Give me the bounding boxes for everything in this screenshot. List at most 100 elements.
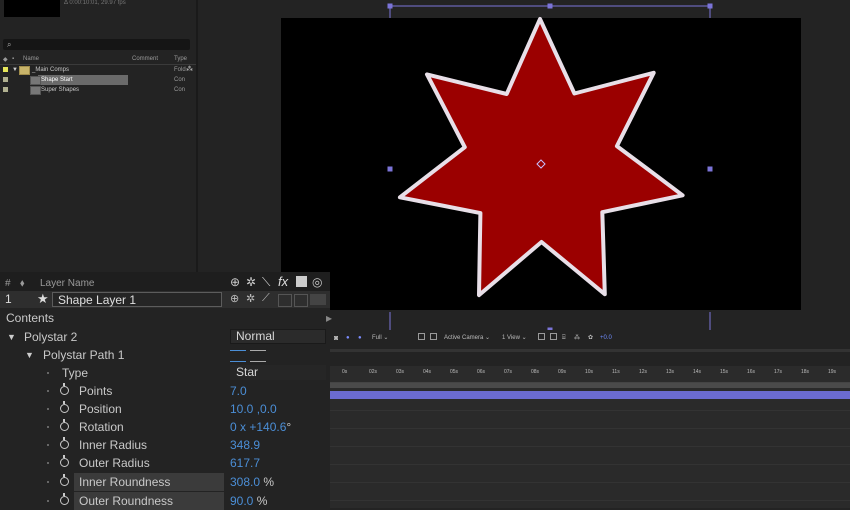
ruler-tick-label: 02s bbox=[369, 369, 378, 375]
layer-name-field[interactable]: Shape Layer 1 bbox=[52, 292, 222, 307]
disclosure-triangle-icon[interactable]: ▼ bbox=[12, 65, 18, 75]
path-direction-icon[interactable] bbox=[230, 350, 246, 362]
transform-handle[interactable] bbox=[387, 166, 393, 172]
property-inner-roundness[interactable]: Inner Roundness 308.0 % bbox=[0, 473, 330, 491]
property-value[interactable]: 348.9 bbox=[230, 436, 260, 454]
timeline-navigator[interactable] bbox=[330, 346, 850, 366]
quality-switch-icon[interactable]: ⟍ bbox=[262, 275, 270, 290]
add-icon[interactable]: ▸ bbox=[326, 309, 332, 327]
property-value[interactable]: 7.0 bbox=[230, 382, 247, 400]
flowchart-icon[interactable]: ⁂ bbox=[574, 334, 580, 343]
stopwatch-icon[interactable] bbox=[60, 437, 69, 449]
property-label: Points bbox=[79, 384, 113, 398]
property-bullet bbox=[47, 426, 49, 428]
property-bullet bbox=[47, 408, 49, 410]
stopwatch-icon[interactable] bbox=[60, 401, 69, 413]
region-of-interest-icon[interactable] bbox=[418, 333, 425, 340]
shy-switch-icon[interactable]: ⊕ bbox=[230, 292, 239, 305]
property-position[interactable]: Position 10.0 ,0.0 bbox=[0, 400, 330, 418]
ruler-tick-label: 15s bbox=[720, 369, 729, 375]
label-column-icon[interactable]: ⬧ bbox=[20, 278, 25, 289]
search-input[interactable]: ⌕ bbox=[3, 39, 190, 50]
show-channel-icon[interactable]: ● bbox=[358, 334, 362, 343]
work-area-bar[interactable] bbox=[330, 383, 850, 388]
disclosure-triangle-icon[interactable]: ▼ bbox=[7, 328, 16, 346]
resolution-dropdown[interactable]: Full ⌄ bbox=[372, 334, 388, 343]
camera-dropdown[interactable]: Active Camera ⌄ bbox=[444, 334, 490, 343]
reverse-path-icon[interactable] bbox=[250, 350, 266, 362]
flowchart-icon[interactable]: ⁂ bbox=[186, 65, 193, 75]
column-layer-name[interactable]: Layer Name bbox=[40, 278, 94, 289]
ruler-tick-label: 08s bbox=[531, 369, 540, 375]
column-comment[interactable]: Comment bbox=[132, 56, 158, 62]
transform-handle[interactable] bbox=[547, 3, 553, 9]
collapse-switch-icon[interactable]: ✲ bbox=[246, 275, 256, 289]
polystar-path-row[interactable]: ▼ Polystar Path 1 bbox=[0, 346, 330, 364]
property-value[interactable]: 617.7 bbox=[230, 454, 260, 472]
property-outer-roundness[interactable]: Outer Roundness 90.0 % bbox=[0, 492, 330, 510]
column-number[interactable]: # bbox=[5, 278, 11, 289]
track-divider bbox=[330, 446, 850, 447]
ruler-tick-label: 04s bbox=[423, 369, 432, 375]
property-label: Outer Roundness bbox=[79, 494, 174, 508]
transparency-grid-icon[interactable] bbox=[430, 333, 437, 340]
motion-blur-icon[interactable]: ◎ bbox=[312, 275, 322, 289]
exposure-value[interactable]: +0.0 bbox=[600, 334, 612, 343]
quality-switch-icon[interactable]: ⟋ bbox=[262, 292, 270, 305]
column-name[interactable]: Name bbox=[23, 56, 39, 62]
timeline-icon[interactable]: ⌸ bbox=[562, 334, 566, 343]
snapshot-icon[interactable]: ◙ bbox=[334, 334, 338, 343]
project-item-shape-start[interactable]: Shape Start Con bbox=[0, 75, 196, 85]
property-inner-radius[interactable]: Inner Radius 348.9 bbox=[0, 436, 330, 454]
effects-switch-box[interactable] bbox=[278, 294, 292, 307]
shy-switch-icon[interactable]: ⊕ bbox=[230, 275, 240, 289]
type-column-icon[interactable]: ▪ bbox=[12, 56, 14, 62]
fast-previews-icon[interactable] bbox=[550, 333, 557, 340]
stopwatch-icon[interactable] bbox=[60, 383, 69, 395]
property-value-group[interactable]: 308.0 % bbox=[230, 473, 274, 491]
color-channel-icon[interactable]: ● bbox=[346, 334, 350, 343]
layer-duration-bar[interactable] bbox=[330, 391, 850, 399]
motion-blur-switch-box[interactable] bbox=[310, 294, 326, 305]
property-rotation[interactable]: Rotation 0 x +140.6° bbox=[0, 418, 330, 436]
stopwatch-icon[interactable] bbox=[60, 474, 69, 486]
ruler-tick-label: 17s bbox=[774, 369, 783, 375]
transform-handle[interactable] bbox=[707, 166, 713, 172]
property-points[interactable]: Points 7.0 bbox=[0, 382, 330, 400]
transform-handle[interactable] bbox=[707, 3, 713, 9]
stopwatch-icon[interactable] bbox=[60, 419, 69, 431]
column-type[interactable]: Type bbox=[174, 56, 187, 62]
contents-row[interactable]: Contents ▸ bbox=[0, 309, 332, 327]
transform-handle[interactable] bbox=[387, 3, 393, 9]
property-value-group[interactable]: 90.0 % bbox=[230, 492, 267, 510]
layer-properties: Contents ▸ ▼ Polystar 2 Normal ▼ Polysta… bbox=[0, 308, 332, 510]
navigator-bar[interactable] bbox=[330, 349, 850, 352]
stopwatch-icon[interactable] bbox=[60, 455, 69, 467]
type-dropdown[interactable]: Star bbox=[230, 365, 326, 380]
property-bullet bbox=[47, 372, 49, 374]
blend-mode-dropdown[interactable]: Normal bbox=[230, 329, 326, 344]
collapse-switch-icon[interactable]: ✲ bbox=[246, 292, 255, 305]
views-dropdown[interactable]: 1 View ⌄ bbox=[502, 334, 527, 343]
reset-exposure-icon[interactable]: ✿ bbox=[588, 334, 593, 343]
polystar-group-row[interactable]: ▼ Polystar 2 Normal bbox=[0, 328, 330, 346]
project-item-name: Super Shapes bbox=[41, 87, 80, 93]
label-column-icon[interactable]: ◆ bbox=[3, 56, 8, 63]
star-shape[interactable] bbox=[397, 17, 685, 298]
property-value-group[interactable]: 0 x +140.6° bbox=[230, 418, 291, 436]
toggle-pixel-aspect-icon[interactable] bbox=[538, 333, 545, 340]
property-type[interactable]: Type Star bbox=[0, 364, 330, 382]
effects-switch-icon[interactable]: fx bbox=[278, 274, 288, 289]
frame-blend-icon[interactable] bbox=[296, 276, 307, 287]
project-item-main-comps[interactable]: ▼ _Main Comps Fold ⁂ bbox=[0, 65, 196, 75]
property-value[interactable]: 10.0 ,0.0 bbox=[230, 400, 277, 418]
property-unit: % bbox=[263, 475, 275, 489]
time-ruler[interactable]: 0s 02s 03s 04s 05s 06s 07s 08s 09s 10s 11s 12s 13s 14… bbox=[330, 366, 850, 383]
stopwatch-icon[interactable] bbox=[60, 493, 69, 505]
ruler-tick-label: 12s bbox=[639, 369, 648, 375]
frame-blend-switch-box[interactable] bbox=[294, 294, 308, 307]
project-item-type: Con bbox=[174, 77, 186, 83]
disclosure-triangle-icon[interactable]: ▼ bbox=[25, 346, 34, 364]
property-outer-radius[interactable]: Outer Radius 617.7 bbox=[0, 454, 330, 472]
project-item-super-shapes[interactable]: Super Shapes Con bbox=[0, 85, 196, 95]
